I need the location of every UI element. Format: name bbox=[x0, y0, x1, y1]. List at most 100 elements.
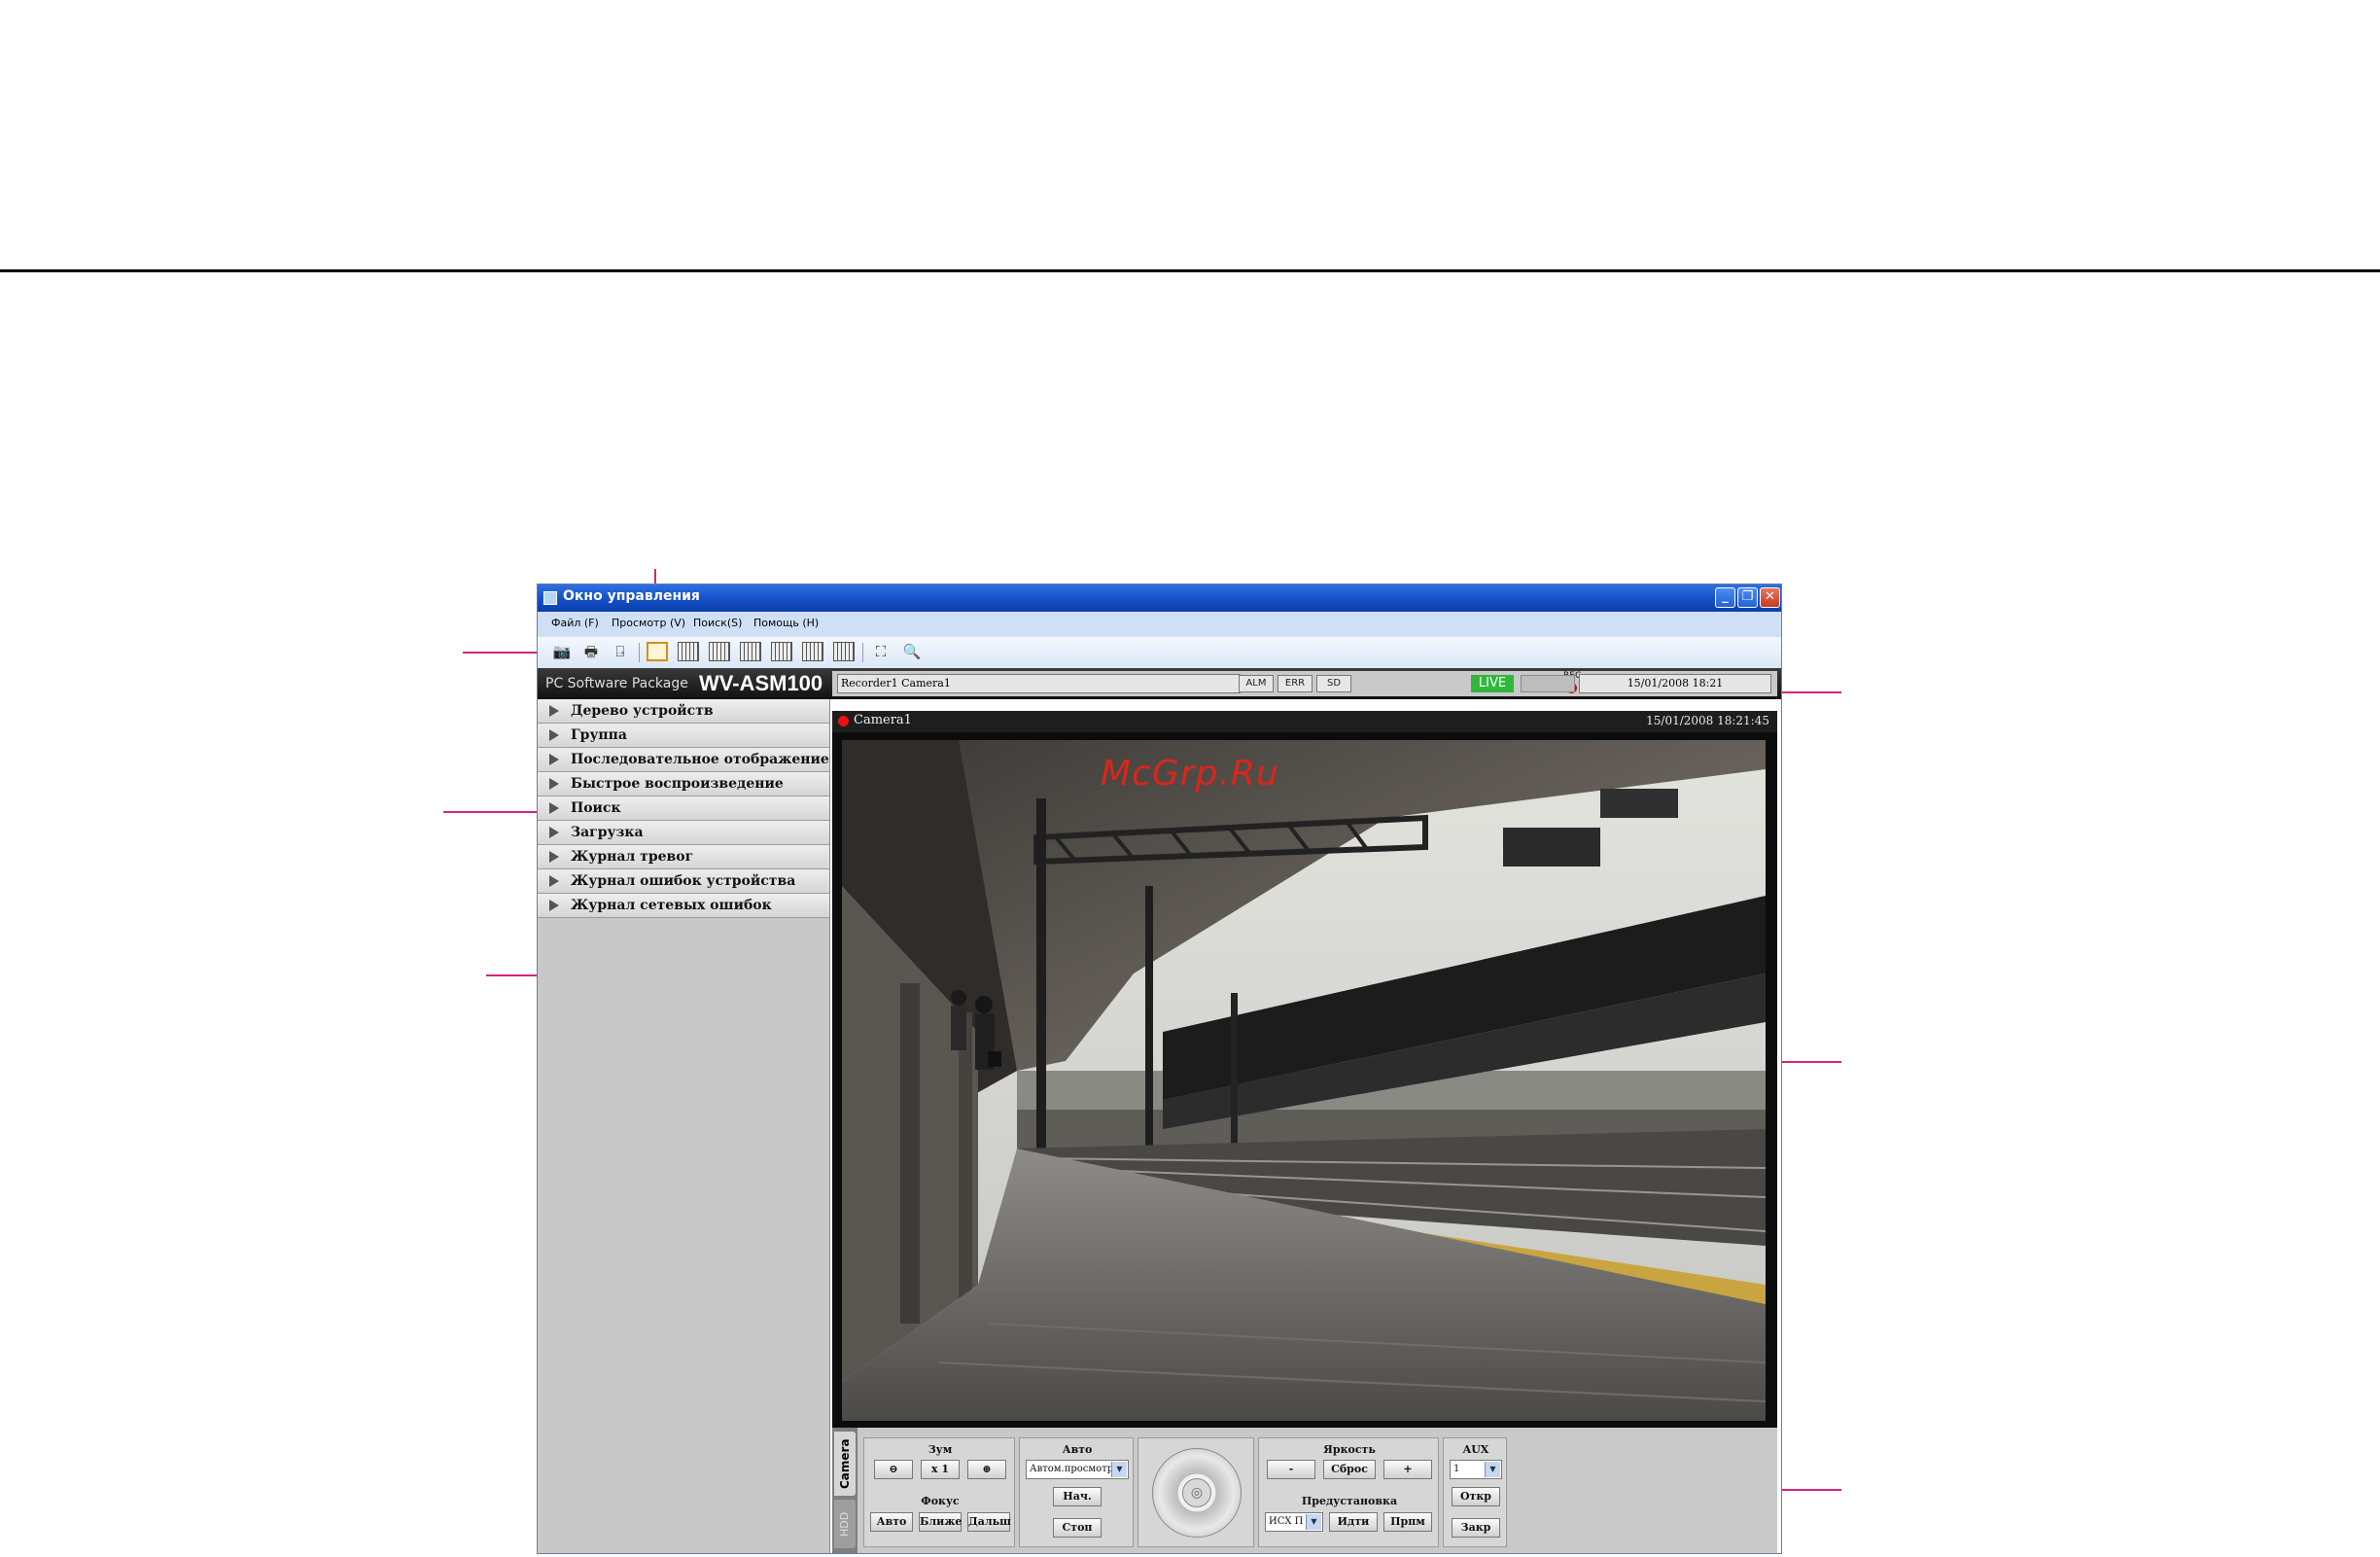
sidebar-item-search[interactable]: Поиск bbox=[538, 796, 829, 821]
tab-hdd[interactable]: HDD bbox=[834, 1500, 856, 1548]
status-title: Recorder1 Camera1 bbox=[837, 674, 1241, 693]
menu-help[interactable]: Помощь (H) bbox=[753, 617, 819, 629]
layout-9-icon[interactable] bbox=[771, 642, 792, 661]
panel-tabs: Camera HDD bbox=[832, 1428, 858, 1553]
camera-status-dot bbox=[838, 716, 849, 726]
auto-start-button[interactable]: Нач. bbox=[1053, 1487, 1102, 1506]
layout-7-icon[interactable] bbox=[740, 642, 761, 661]
sidebar-item-label: Журнал тревог bbox=[571, 849, 694, 865]
layout-1-icon[interactable] bbox=[647, 642, 668, 661]
window-title: Окно управления bbox=[563, 588, 700, 604]
sidebar-item-label: Журнал сетевых ошибок bbox=[571, 898, 772, 913]
zoom-in-button[interactable]: ⊕ bbox=[967, 1460, 1006, 1479]
zoom-label: Зум bbox=[928, 1443, 953, 1456]
station-scene-image bbox=[842, 740, 1766, 1421]
expand-icon[interactable]: ⛶ bbox=[870, 642, 892, 661]
sd-indicator[interactable]: SD bbox=[1316, 675, 1351, 692]
watermark: McGrp.Ru bbox=[1101, 754, 1279, 794]
sidebar-item-download[interactable]: Загрузка bbox=[538, 821, 829, 845]
expand-arrow-icon bbox=[549, 875, 559, 887]
auto-mode-group: Авто Автом.просмотр ▼ Нач. Стоп bbox=[1019, 1437, 1134, 1547]
brightness-reset-button[interactable]: Сброс bbox=[1323, 1460, 1376, 1479]
camera-icon[interactable]: 📷 bbox=[551, 642, 573, 661]
live-badge: LIVE bbox=[1471, 675, 1514, 692]
toolbar-separator bbox=[862, 643, 863, 662]
sidebar-item-label: Дерево устройств bbox=[571, 703, 714, 719]
zoom-x1-button[interactable]: x 1 bbox=[921, 1460, 960, 1479]
layout-4-icon[interactable] bbox=[678, 642, 699, 661]
auto-stop-button[interactable]: Стоп bbox=[1053, 1518, 1102, 1538]
maximize-button[interactable]: ❐ bbox=[1737, 587, 1758, 608]
door-icon[interactable]: ⍈ bbox=[610, 642, 631, 661]
magnifier-icon[interactable]: 🔍 bbox=[901, 642, 923, 661]
sidebar-item-device-tree[interactable]: Дерево устройств bbox=[538, 699, 829, 724]
expand-arrow-icon bbox=[549, 827, 559, 838]
expand-arrow-icon bbox=[549, 705, 559, 717]
brightness-plus-button[interactable]: + bbox=[1383, 1460, 1432, 1479]
menu-bar: Файл (F) Просмотр (V) Поиск(S) Помощь (H… bbox=[538, 612, 1781, 637]
toolbar-separator bbox=[639, 643, 640, 662]
expand-arrow-icon bbox=[549, 900, 559, 911]
callout-toolbar-hline bbox=[463, 652, 541, 654]
preset-set-button[interactable]: Прпм bbox=[1383, 1512, 1432, 1532]
sidebar-item-group[interactable]: Группа bbox=[538, 724, 829, 748]
sidebar-item-label: Поиск bbox=[571, 800, 621, 816]
page-top-rule bbox=[0, 269, 2380, 272]
aux-value: 1 bbox=[1453, 1464, 1460, 1474]
callout-status-hline bbox=[1778, 691, 1841, 693]
minimize-button[interactable]: _ bbox=[1715, 587, 1735, 608]
chevron-down-icon: ▼ bbox=[1111, 1462, 1127, 1477]
auto-label: Авто bbox=[1062, 1443, 1093, 1456]
toolbar: 📷 🖶 ⍈ ⛶ 🔍 bbox=[538, 637, 1781, 669]
sidebar-item-alarm-log[interactable]: Журнал тревог bbox=[538, 845, 829, 869]
menu-view[interactable]: Просмотр (V) bbox=[612, 617, 685, 629]
menu-search[interactable]: Поиск(S) bbox=[693, 617, 742, 629]
expand-arrow-icon bbox=[549, 729, 559, 741]
focus-far-button[interactable]: Дальш bbox=[967, 1512, 1011, 1532]
focus-near-button[interactable]: Ближе bbox=[919, 1512, 962, 1532]
layout-6-icon[interactable] bbox=[709, 642, 730, 661]
tab-camera[interactable]: Camera bbox=[834, 1432, 856, 1496]
sidebar-item-label: Группа bbox=[571, 727, 627, 743]
control-window: Окно управления _ ❐ ✕ Файл (F) Просмотр … bbox=[537, 584, 1782, 1554]
zoom-out-button[interactable]: ⊖ bbox=[874, 1460, 913, 1479]
auto-mode-select[interactable]: Автом.просмотр ▼ bbox=[1026, 1460, 1129, 1479]
sidebar-item-sequence[interactable]: Последовательное отображение bbox=[538, 748, 829, 772]
layout-16-icon[interactable] bbox=[833, 642, 855, 661]
zoom-out-icon: ⊖ bbox=[889, 1463, 898, 1475]
title-bar: Окно управления _ ❐ ✕ bbox=[538, 584, 1781, 612]
camera-view[interactable] bbox=[832, 732, 1777, 1428]
layout-10-icon[interactable] bbox=[802, 642, 823, 661]
menu-file[interactable]: Файл (F) bbox=[551, 617, 599, 629]
alarm-indicator[interactable]: ALM bbox=[1239, 675, 1274, 692]
sidebar-item-label: Загрузка bbox=[571, 825, 644, 840]
aux-open-button[interactable]: Откр bbox=[1452, 1487, 1500, 1506]
pan-tilt-group: ◎ bbox=[1138, 1437, 1254, 1547]
sidebar-item-label: Быстрое воспроизведение bbox=[571, 776, 784, 792]
auto-mode-value: Автом.просмотр bbox=[1030, 1464, 1114, 1474]
chevron-down-icon: ▼ bbox=[1485, 1462, 1500, 1477]
sidebar-item-label: Журнал ошибок устройства bbox=[571, 873, 796, 889]
printer-icon[interactable]: 🖶 bbox=[580, 642, 602, 661]
sidebar-item-network-error-log[interactable]: Журнал сетевых ошибок bbox=[538, 894, 829, 918]
preset-value: ИСХ П bbox=[1269, 1516, 1304, 1527]
focus-auto-button[interactable]: Авто bbox=[870, 1512, 913, 1532]
pan-tilt-control[interactable]: ◎ bbox=[1152, 1448, 1242, 1538]
sidebar-item-quick-playback[interactable]: Быстрое воспроизведение bbox=[538, 772, 829, 796]
aux-select[interactable]: 1 ▼ bbox=[1450, 1460, 1502, 1479]
brand-model: WV-ASM100 bbox=[699, 671, 823, 695]
preset-select[interactable]: ИСХ П ▼ bbox=[1265, 1512, 1323, 1532]
error-indicator[interactable]: ERR bbox=[1278, 675, 1312, 692]
brightness-preset-group: Яркость - Сброс + Предустановка ИСХ П ▼ И… bbox=[1258, 1437, 1439, 1547]
camera-timestamp: 15/01/2008 18:21:45 bbox=[1646, 714, 1769, 727]
sidebar-item-device-error-log[interactable]: Журнал ошибок устройства bbox=[538, 869, 829, 894]
aux-close-button[interactable]: Закр bbox=[1452, 1518, 1500, 1538]
app-icon bbox=[543, 591, 557, 605]
close-button[interactable]: ✕ bbox=[1760, 587, 1780, 608]
aux-label: AUX bbox=[1462, 1443, 1489, 1456]
focus-label: Фокус bbox=[921, 1495, 960, 1507]
brightness-label: Яркость bbox=[1323, 1443, 1376, 1456]
pan-tilt-home-icon[interactable]: ◎ bbox=[1182, 1478, 1211, 1507]
preset-go-button[interactable]: Идти bbox=[1329, 1512, 1378, 1532]
brightness-minus-button[interactable]: - bbox=[1267, 1460, 1315, 1479]
